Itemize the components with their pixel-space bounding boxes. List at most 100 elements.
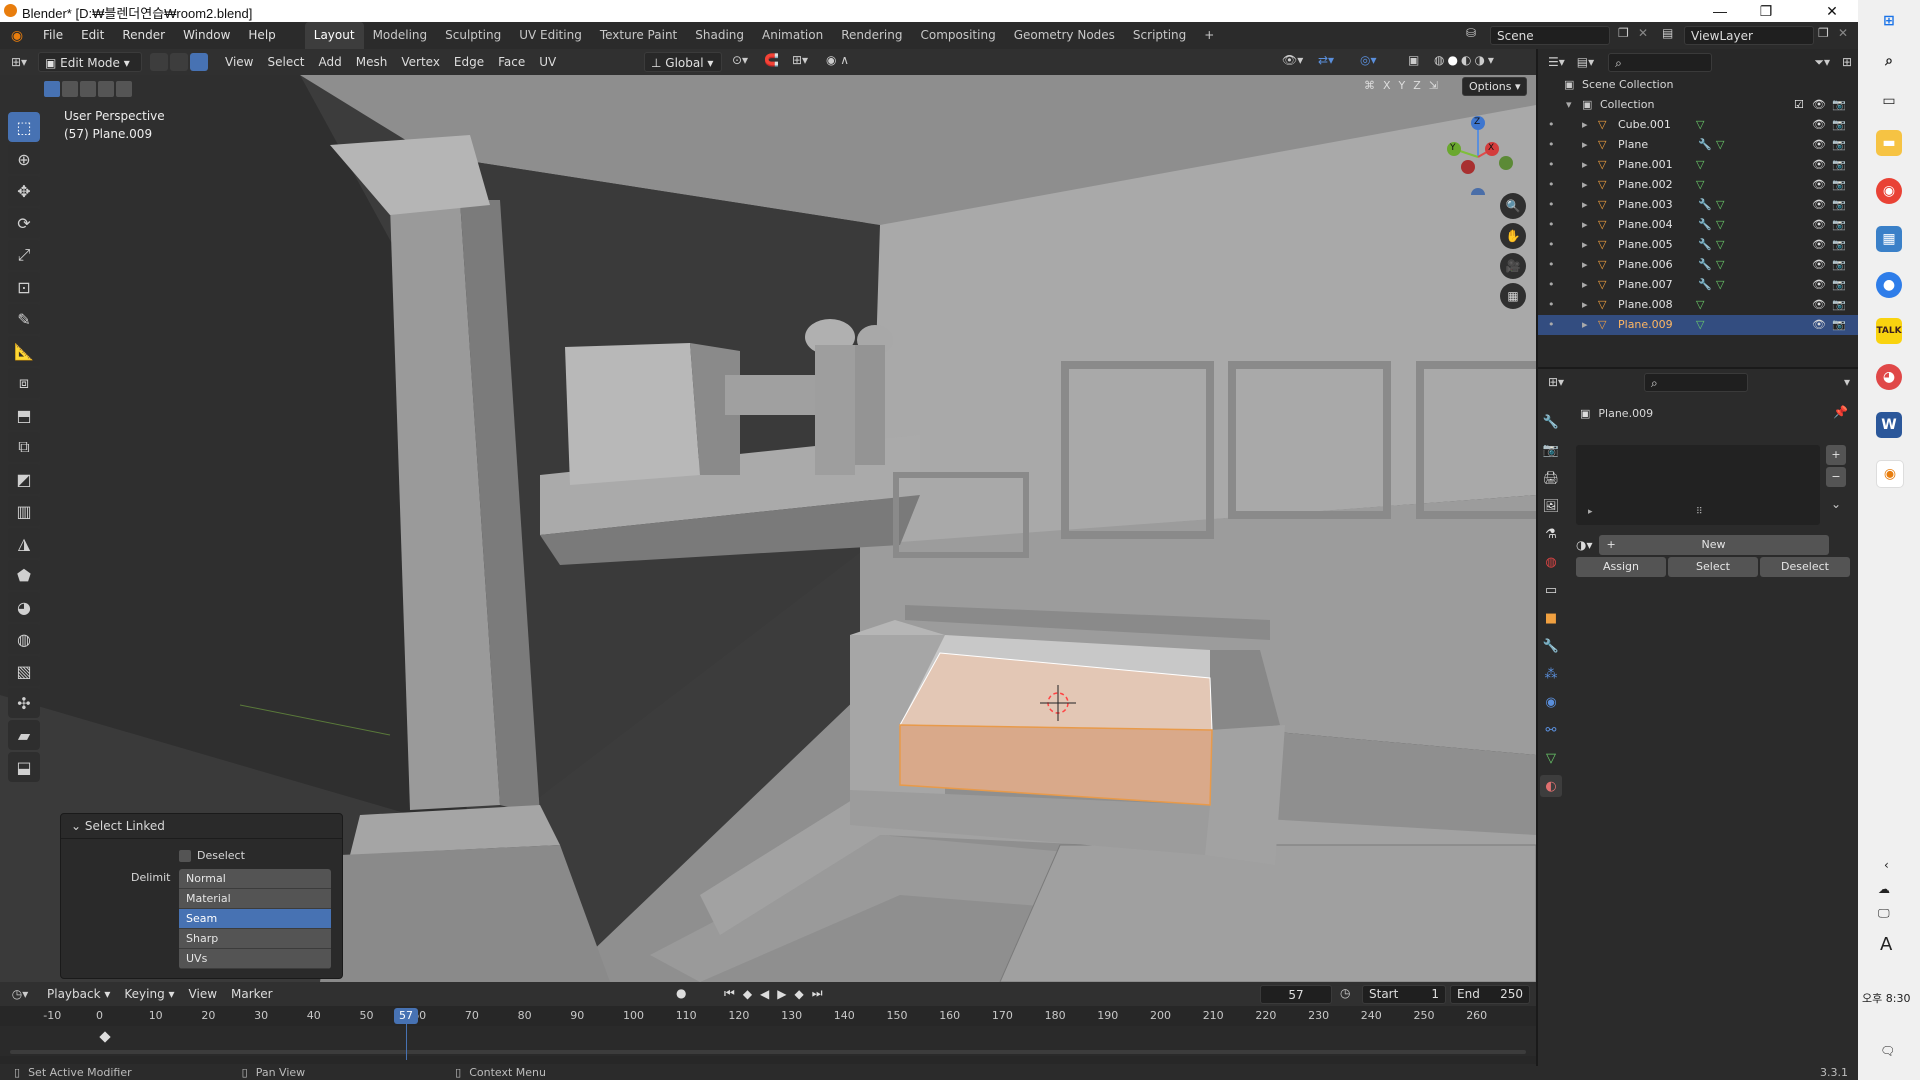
mesh-data-icon[interactable]: ▽ <box>1696 175 1704 195</box>
annotate-tool-icon[interactable]: ✎ <box>8 304 40 334</box>
tab-shading[interactable]: Shading <box>686 22 753 49</box>
collection-expand-icon[interactable]: ▾ <box>1566 95 1572 115</box>
new-view-layer-icon[interactable]: ❐ <box>1818 26 1829 40</box>
smooth-tool-icon[interactable]: ◍ <box>8 624 40 654</box>
tab-layout[interactable]: Layout <box>304 22 364 49</box>
menu-edit[interactable]: Edit <box>72 22 113 49</box>
properties-search-input[interactable]: ⌕ <box>1644 373 1748 392</box>
modifier-icon[interactable]: 🔧 <box>1698 255 1712 275</box>
shading-modes[interactable]: ◍●◐◑▾ <box>1434 53 1497 67</box>
windows-start-icon[interactable]: ⊞ <box>1876 8 1902 34</box>
select-extend-icon[interactable] <box>62 81 78 97</box>
render-camera-icon[interactable]: 📷 <box>1832 135 1846 155</box>
jump-end-icon[interactable]: ⏭ <box>812 986 823 1001</box>
scene-selector[interactable]: Scene <box>1490 26 1610 45</box>
spin-tool-icon[interactable]: ◕ <box>8 592 40 622</box>
timeline-editor-type-icon[interactable]: ◷▾ <box>0 987 40 1001</box>
delimit-uvs[interactable]: UVs <box>179 949 331 969</box>
object-name[interactable]: Plane.008 <box>1618 295 1673 315</box>
modifier-icon[interactable]: 🔧 <box>1698 275 1712 295</box>
tab-texture-paint[interactable]: Texture Paint <box>591 22 686 49</box>
object-name[interactable]: Plane <box>1618 135 1648 155</box>
object-name[interactable]: Plane.003 <box>1618 195 1673 215</box>
inset-tool-icon[interactable]: ⧉ <box>8 432 40 462</box>
end-frame-field[interactable]: End 250 <box>1450 985 1530 1004</box>
delimit-material[interactable]: Material <box>179 889 331 909</box>
delimit-sharp[interactable]: Sharp <box>179 929 331 949</box>
outliner-row[interactable]: • ▸ ▽ Plane.009 ▽ 👁 📷 <box>1538 315 1860 335</box>
blender-menu-icon[interactable]: ◉ <box>0 28 34 44</box>
row-expand-icon[interactable]: ▸ <box>1582 195 1588 215</box>
tab-modeling[interactable]: Modeling <box>364 22 437 49</box>
menu-view[interactable]: View <box>218 49 260 75</box>
file-explorer-icon[interactable]: ▬ <box>1876 130 1902 156</box>
render-camera-icon[interactable]: 📷 <box>1832 315 1846 335</box>
record-app-icon[interactable]: ● <box>1876 272 1902 298</box>
tool-tab-icon[interactable]: 🔧 <box>1540 411 1562 433</box>
outliner-row[interactable]: • ▸ ▽ Plane.003 🔧 ▽ 👁 📷 <box>1538 195 1860 215</box>
modifier-icon[interactable]: 🔧 <box>1698 215 1712 235</box>
render-camera-icon[interactable]: 📷 <box>1832 235 1846 255</box>
add-cube-tool-icon[interactable]: ⧈ <box>8 368 40 398</box>
kakaotalk-icon[interactable]: TALK <box>1876 318 1902 344</box>
timeline-ruler[interactable]: -10 0 10 20 30 40 50 60 70 80 90 100 110 120 130 140 150… <box>0 1006 1536 1026</box>
show-hidden-icons-icon[interactable]: ‹ <box>1884 858 1889 872</box>
extrude-tool-icon[interactable]: ⬒ <box>8 400 40 430</box>
timeline-tracks[interactable] <box>0 1026 1536 1056</box>
camera-view-icon[interactable]: 🎥 <box>1500 253 1526 279</box>
particles-tab-icon[interactable]: ⁂ <box>1540 663 1562 685</box>
row-expand-icon[interactable]: ▸ <box>1582 255 1588 275</box>
visibility-eye-icon[interactable]: 👁 <box>1812 135 1826 155</box>
visibility-eye-icon[interactable]: 👁 <box>1812 115 1826 135</box>
menu-timeline-view[interactable]: View <box>182 981 224 1007</box>
select-invert-icon[interactable] <box>98 81 114 97</box>
new-scene-icon[interactable]: ❐ <box>1618 26 1629 40</box>
object-tab-icon[interactable]: ■ <box>1540 607 1562 629</box>
operator-header[interactable]: ⌄ Select Linked <box>61 814 342 839</box>
outliner-row[interactable]: • ▸ ▽ Plane.004 🔧 ▽ 👁 📷 <box>1538 215 1860 235</box>
modifier-icon[interactable]: 🔧 <box>1698 195 1712 215</box>
tab-animation[interactable]: Animation <box>753 22 832 49</box>
outliner-row[interactable]: • ▸ ▽ Plane.006 🔧 ▽ 👁 📷 <box>1538 255 1860 275</box>
menu-edge[interactable]: Edge <box>447 49 491 75</box>
modifier-tab-icon[interactable]: 🔧 <box>1540 635 1562 657</box>
taskbar-search-icon[interactable]: ⌕ <box>1876 48 1902 74</box>
tab-uv-editing[interactable]: UV Editing <box>510 22 591 49</box>
prev-keyframe-icon[interactable]: ◆ <box>743 987 752 1001</box>
outliner-search-input[interactable]: ⌕ <box>1608 52 1713 72</box>
tab-compositing[interactable]: Compositing <box>911 22 1004 49</box>
word-icon[interactable]: W <box>1876 412 1902 438</box>
object-name[interactable]: Plane.004 <box>1618 215 1673 235</box>
row-expand-icon[interactable]: ▸ <box>1582 175 1588 195</box>
cursor-tool-icon[interactable]: ⊕ <box>8 144 40 174</box>
collapse-chevron-icon[interactable]: ⌄ <box>71 819 81 833</box>
collection-camera-icon[interactable]: 📷 <box>1832 95 1846 115</box>
face-select-icon[interactable] <box>190 53 208 71</box>
select-intersect-icon[interactable] <box>116 81 132 97</box>
vertex-select-icon[interactable] <box>150 53 168 71</box>
edge-slide-tool-icon[interactable]: ▧ <box>8 656 40 686</box>
object-name[interactable]: Plane.006 <box>1618 255 1673 275</box>
scene-tab-icon[interactable]: ⚗ <box>1540 523 1562 545</box>
gizmo-toggle-icon[interactable]: ⇄▾ <box>1318 53 1334 67</box>
mesh-data-icon[interactable]: ▽ <box>1696 115 1704 135</box>
menu-mesh[interactable]: Mesh <box>349 49 395 75</box>
jump-start-icon[interactable]: ⏮ <box>724 986 735 1001</box>
modifier-icon[interactable]: 🔧 <box>1698 235 1712 255</box>
mesh-data-icon[interactable]: ▽ <box>1716 195 1724 215</box>
menu-file[interactable]: File <box>34 22 72 49</box>
move-tool-icon[interactable]: ✥ <box>8 176 40 206</box>
menu-select[interactable]: Select <box>260 49 311 75</box>
row-expand-icon[interactable]: ▸ <box>1582 235 1588 255</box>
play-reverse-icon[interactable]: ◀ <box>760 987 769 1001</box>
outliner-row[interactable]: • ▸ ▽ Plane.007 🔧 ▽ 👁 📷 <box>1538 275 1860 295</box>
mode-selector[interactable]: ▣ Edit Mode ▾ <box>38 52 142 72</box>
bevel-tool-icon[interactable]: ◩ <box>8 464 40 494</box>
pivot-point-icon[interactable]: ⊙▾ <box>732 53 748 67</box>
mirror-y-toggle[interactable]: Y <box>1399 79 1406 92</box>
collection-eye-icon[interactable]: 👁 <box>1812 95 1826 115</box>
next-keyframe-icon[interactable]: ◆ <box>795 987 804 1001</box>
outliner-row[interactable]: • ▸ ▽ Cube.001 ▽ 👁 📷 <box>1538 115 1860 135</box>
navigation-gizmo[interactable]: Z Y X <box>1440 111 1524 202</box>
assign-button[interactable]: Assign <box>1576 557 1666 577</box>
